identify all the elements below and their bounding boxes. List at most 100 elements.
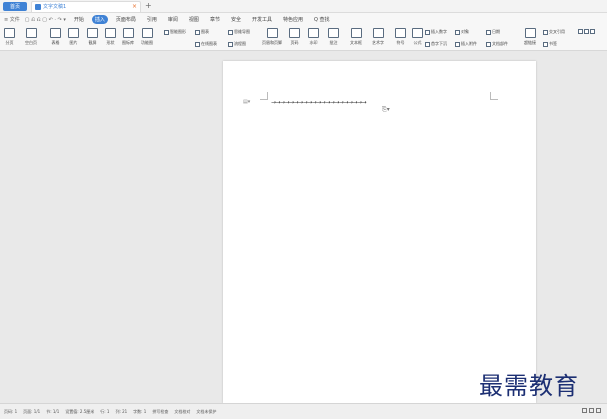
word-art-button[interactable]: 艺术字	[372, 28, 384, 46]
cross-reference-icon	[543, 29, 548, 35]
tab-developer[interactable]: 开发工具	[249, 15, 275, 24]
chart-icon	[195, 29, 200, 35]
status-setting-value: 设置值: 2.5厘米	[65, 408, 95, 414]
shapes-button[interactable]: 形状	[105, 28, 116, 46]
web-view-icon[interactable]	[596, 408, 601, 413]
blank-page-icon	[25, 28, 37, 38]
insert-attachment-button[interactable]: 插入附件	[455, 41, 477, 47]
new-tab-button[interactable]: +	[145, 2, 152, 10]
bookmark-button[interactable]: 书签	[543, 41, 557, 47]
watermark-logo: 最需教育	[479, 372, 579, 400]
icon-library-icon	[122, 28, 134, 38]
smart-graphic-icon	[164, 29, 169, 35]
picture-icon	[68, 28, 79, 38]
text-box-button[interactable]: 文本框	[350, 28, 362, 46]
paragraph-handle-icon[interactable]: ▤▾	[243, 99, 250, 105]
arrow-text-line[interactable]: →→→→→→→→→→→→→→→→→→→→→	[271, 99, 367, 106]
margin-marker-top-left	[260, 92, 268, 100]
status-line: 行: 1	[100, 408, 110, 414]
tab-page-layout[interactable]: 页面布局	[113, 15, 139, 24]
blank-page-button[interactable]: 空白页	[25, 28, 37, 46]
file-menu[interactable]: ≡ 文件	[4, 16, 20, 23]
proofread-button[interactable]: 文档校对	[174, 409, 190, 415]
omega-icon	[395, 28, 406, 38]
document-page[interactable]: ▤▾ →→→→→→→→→→→→→→→→→→→→→ ⎘▾	[223, 61, 536, 403]
quick-access-toolbar[interactable]: ▢ ⎌ ⎌ ▢ ↶ · ↷ ▾	[25, 17, 66, 23]
menu-bar: ≡ 文件 ▢ ⎌ ⎌ ▢ ↶ · ↷ ▾ 开始 插入 页面布局 引用 审阅 视图…	[0, 13, 607, 26]
shapes-icon	[105, 28, 116, 38]
ribbon-insert: 分页 空白页 表格 图片 截屏 形状 图标库 功能图 智能图形 图表 在线图表 …	[0, 26, 607, 51]
tab-review[interactable]: 审阅	[165, 15, 181, 24]
page-number-icon	[289, 28, 300, 38]
search-command[interactable]: Q 查找	[311, 15, 333, 24]
drop-cap-button[interactable]: 首字下沉	[425, 41, 447, 47]
tab-view[interactable]: 视图	[186, 15, 202, 24]
spell-check-button[interactable]: 拼写检查	[152, 409, 168, 415]
mind-map-button[interactable]: 思维导图	[228, 29, 250, 35]
tab-security[interactable]: 安全	[228, 15, 244, 24]
view-mode-controls	[582, 408, 601, 413]
document-tab[interactable]: 文字文稿1 ×	[31, 0, 141, 12]
table-button[interactable]: 表格	[50, 28, 61, 46]
tab-section[interactable]: 章节	[207, 15, 223, 24]
smart-graphic-button[interactable]: 智能图形	[164, 29, 186, 35]
fullscreen-icon[interactable]	[582, 408, 587, 413]
watermark-button[interactable]: 水印	[308, 28, 319, 46]
document-parts-button[interactable]: 文档部件	[486, 41, 508, 47]
calendar-icon	[486, 29, 491, 35]
attachment-icon	[455, 41, 460, 47]
function-chart-icon	[141, 28, 153, 38]
bookmark-icon	[543, 41, 548, 47]
formula-button[interactable]: 公式	[412, 28, 423, 46]
tab-bar: 首页 文字文稿1 × +	[0, 0, 607, 13]
text-box-icon	[350, 28, 362, 38]
comment-button[interactable]: 批注	[328, 28, 339, 46]
symbol-button[interactable]: 符号	[395, 28, 406, 46]
layout-alt-icon	[584, 29, 589, 34]
screenshot-button[interactable]: 截屏	[87, 28, 98, 46]
word-art-icon	[372, 28, 384, 38]
page-view-icon[interactable]	[589, 408, 594, 413]
picture-button[interactable]: 图片	[68, 28, 79, 46]
hyperlink-button[interactable]: 超链接	[524, 28, 536, 46]
comment-icon	[328, 28, 339, 38]
insert-number-icon	[425, 29, 430, 35]
page-break-button[interactable]: 分页	[4, 28, 15, 46]
textbox-small-button[interactable]	[578, 29, 595, 34]
status-page-number: 页码: 1	[4, 408, 18, 414]
icon-library-button[interactable]: 图标库	[122, 28, 134, 46]
screenshot-icon	[87, 28, 98, 38]
date-button[interactable]: 日期	[486, 29, 500, 35]
flowchart-button[interactable]: 流程图	[228, 41, 246, 47]
close-tab-icon[interactable]: ×	[132, 3, 137, 10]
flowchart-icon	[228, 41, 233, 47]
status-word-count[interactable]: 字数: 1	[133, 409, 146, 415]
status-bar: 页码: 1 页面: 1/1 节: 1/1 设置值: 2.5厘米 行: 1 列: …	[0, 403, 607, 419]
document-protection-button[interactable]: 文档未保护	[196, 409, 216, 415]
chart-button[interactable]: 图表	[195, 29, 209, 35]
tab-start[interactable]: 开始	[71, 15, 87, 24]
insert-number-button[interactable]: 插入数字	[425, 29, 447, 35]
tab-insert[interactable]: 插入	[91, 15, 108, 24]
watermark-icon	[308, 28, 319, 38]
document-icon	[35, 3, 41, 10]
object-icon	[455, 29, 460, 35]
mind-map-icon	[228, 29, 233, 35]
header-footer-button[interactable]: 页眉和页脚	[262, 28, 282, 46]
tab-features[interactable]: 特色应用	[280, 15, 306, 24]
function-chart-button[interactable]: 功能图	[141, 28, 153, 46]
layout-icon	[578, 29, 583, 34]
cross-reference-button[interactable]: 交叉引用	[543, 29, 565, 35]
pi-icon	[412, 28, 423, 38]
header-footer-icon	[266, 28, 278, 38]
drop-cap-icon	[425, 41, 430, 47]
online-chart-button[interactable]: 在线图表	[195, 41, 217, 47]
home-tab[interactable]: 首页	[3, 1, 27, 11]
object-button[interactable]: 对象	[455, 29, 469, 35]
page-number-button[interactable]: 页码	[289, 28, 300, 46]
online-chart-icon	[195, 41, 200, 47]
paste-options-icon[interactable]: ⎘▾	[382, 106, 390, 114]
page-break-icon	[4, 28, 15, 38]
tab-references[interactable]: 引用	[144, 15, 160, 24]
link-icon	[524, 28, 536, 38]
